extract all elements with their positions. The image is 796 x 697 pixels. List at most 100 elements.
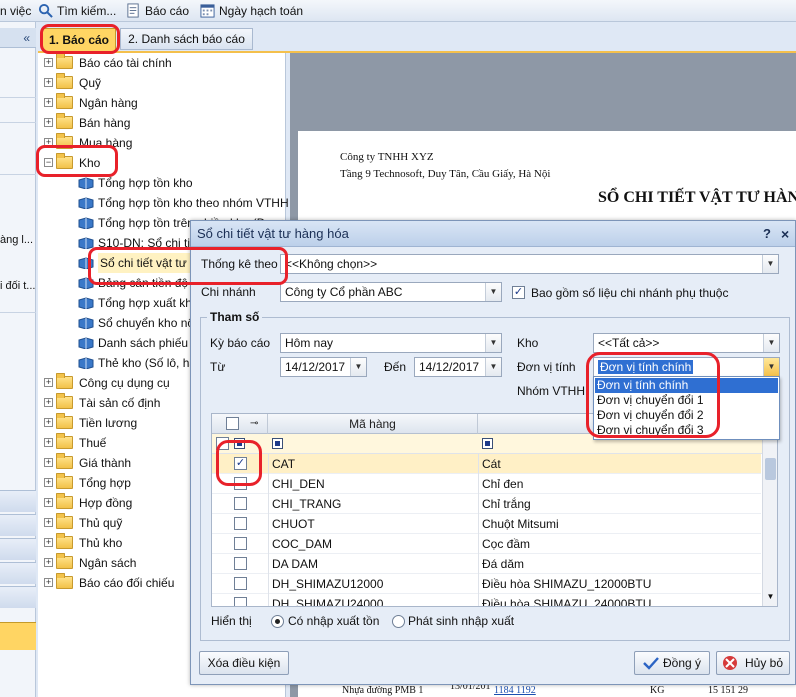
warehouse-select[interactable]: <<Tất cả>> ▼ [593, 333, 780, 353]
row-checkbox[interactable] [234, 477, 247, 490]
toolbar-item-report[interactable]: Báo cáo [126, 2, 189, 20]
table-row[interactable]: CHI_TRANG Chỉ trắng [212, 494, 761, 514]
tree-folder[interactable]: − Kho [38, 153, 286, 173]
filter-checkbox[interactable] [216, 437, 229, 450]
tree-folder[interactable]: + Ngân hàng [38, 93, 286, 113]
cancel-button[interactable]: Hủy bỏ [716, 651, 790, 675]
folder-icon [56, 413, 73, 429]
row-checkbox[interactable] [234, 517, 247, 530]
expand-icon[interactable]: + [44, 98, 53, 107]
cell-name: Chuột Mitsumi [482, 517, 559, 531]
close-icon[interactable]: × [781, 221, 789, 247]
unit-option[interactable]: Đơn vị tính chính [595, 378, 778, 393]
tree-item-label: Bán hàng [79, 116, 131, 130]
tab-report-list[interactable]: 2. Danh sách báo cáo [120, 28, 253, 50]
expand-icon[interactable]: + [44, 518, 53, 527]
row-checkbox[interactable] [234, 497, 247, 510]
report-book-icon [78, 357, 94, 369]
table-row[interactable]: DA DAM Đá dăm [212, 554, 761, 574]
collapse-icon[interactable]: − [44, 158, 53, 167]
folder-icon [56, 93, 73, 109]
include-branch-checkbox[interactable]: ✓ [512, 286, 525, 299]
nav-section-button[interactable] [0, 514, 36, 536]
row-checkbox[interactable] [234, 537, 247, 550]
expand-icon[interactable]: + [44, 538, 53, 547]
tree-item-label: Ngân hàng [79, 96, 138, 110]
tree-item-label: Báo cáo tài chính [79, 56, 172, 70]
unit-option[interactable]: Đơn vị chuyển đổi 1 [595, 393, 778, 408]
tree-folder[interactable]: + Mua hàng [38, 133, 286, 153]
clear-conditions-button[interactable]: Xóa điều kiện [199, 651, 289, 675]
scroll-thumb[interactable] [765, 458, 776, 480]
tree-folder[interactable]: + Báo cáo tài chính [38, 53, 286, 73]
unit-select[interactable]: Đơn vị tính chính ▼ [593, 357, 780, 377]
toolbar-item-tasks[interactable]: n việc [0, 2, 31, 20]
group-by-select[interactable]: <<Không chọn>> ▼ [280, 254, 779, 274]
table-row[interactable]: COC_DAM Cọc đầm [212, 534, 761, 554]
nav-section-button[interactable] [0, 586, 36, 608]
unit-option[interactable]: Đơn vị chuyển đổi 2 [595, 408, 778, 423]
filter-icon[interactable] [272, 438, 283, 449]
expand-icon[interactable]: + [44, 118, 53, 127]
row-checkbox[interactable] [234, 577, 247, 590]
filter-icon[interactable] [482, 438, 493, 449]
scroll-down-icon[interactable]: ▼ [763, 590, 777, 604]
table-row[interactable]: ✓ CAT Cát [212, 454, 761, 474]
cell-code: CHI_DEN [272, 477, 325, 491]
tree-folder[interactable]: + Quỹ [38, 73, 286, 93]
expand-icon[interactable]: + [44, 138, 53, 147]
row-checkbox[interactable]: ✓ [234, 457, 247, 470]
table-row[interactable]: DH_SHIMAZU24000 Điều hòa SHIMAZU_24000BTU [212, 594, 761, 606]
radio-with-inout[interactable] [271, 615, 284, 628]
help-icon[interactable]: ? [763, 221, 771, 247]
expand-icon[interactable]: + [44, 58, 53, 67]
toolbar-item-search[interactable]: Tìm kiếm... [38, 2, 116, 20]
collapse-panel-button[interactable]: « [0, 28, 36, 48]
table-row[interactable]: CHI_DEN Chỉ đen [212, 474, 761, 494]
to-date-input[interactable]: 14/12/2017 ▼ [414, 357, 502, 377]
grid-scrollbar[interactable]: ▼ [762, 414, 777, 606]
from-date-input[interactable]: 14/12/2017 ▼ [280, 357, 367, 377]
tree-item-label: Thuế [79, 436, 107, 450]
select-all-checkbox[interactable] [226, 417, 239, 430]
report-book-icon [78, 257, 94, 269]
nav-fragment-1[interactable]: àng l... [0, 234, 33, 246]
tree-report[interactable]: Tổng hợp tồn kho theo nhóm VTHH [38, 193, 289, 213]
period-label: Kỳ báo cáo [210, 336, 271, 350]
nav-fragment-2[interactable]: i đối t... [0, 280, 35, 292]
radio-movement-only[interactable] [392, 615, 405, 628]
nav-section-button[interactable] [0, 538, 36, 560]
filter-icon[interactable] [234, 438, 245, 449]
expand-icon[interactable]: + [44, 438, 53, 447]
expand-icon[interactable]: + [44, 378, 53, 387]
row-checkbox[interactable] [234, 597, 247, 606]
tree-report[interactable]: Tổng hợp tồn kho [38, 173, 286, 193]
expand-icon[interactable]: + [44, 558, 53, 567]
expand-icon[interactable]: + [44, 458, 53, 467]
expand-icon[interactable]: + [44, 398, 53, 407]
tree-item-label: Thẻ kho (Số lô, hạn [98, 356, 203, 370]
tab-reports[interactable]: 1. Báo cáo [42, 28, 116, 52]
grid-header-select[interactable]: ⊸ [212, 414, 268, 434]
expand-icon[interactable]: + [44, 78, 53, 87]
nav-section-active[interactable] [0, 622, 36, 650]
expand-icon[interactable]: + [44, 578, 53, 587]
unit-option[interactable]: Đơn vị chuyển đổi 3 [595, 423, 778, 438]
display-label: Hiển thị [211, 614, 252, 628]
table-row[interactable]: CHUOT Chuột Mitsumi [212, 514, 761, 534]
ok-button[interactable]: Đồng ý [634, 651, 710, 675]
branch-label: Chi nhánh [201, 285, 256, 299]
expand-icon[interactable]: + [44, 498, 53, 507]
nav-section-button[interactable] [0, 490, 36, 512]
toolbar-item-posting-date[interactable]: Ngày hạch toán [200, 2, 303, 20]
tree-folder[interactable]: + Bán hàng [38, 113, 286, 133]
period-select[interactable]: Hôm nay ▼ [280, 333, 502, 353]
expand-icon[interactable]: + [44, 418, 53, 427]
branch-select[interactable]: Công ty Cổ phần ABC ▼ [280, 282, 502, 302]
expand-icon[interactable]: + [44, 478, 53, 487]
report-icon [127, 3, 139, 18]
nav-section-button[interactable] [0, 562, 36, 584]
table-row[interactable]: DH_SHIMAZU12000 Điều hòa SHIMAZU_12000BTU [212, 574, 761, 594]
row-checkbox[interactable] [234, 557, 247, 570]
grid-header-code[interactable]: Mã hàng [268, 414, 478, 434]
